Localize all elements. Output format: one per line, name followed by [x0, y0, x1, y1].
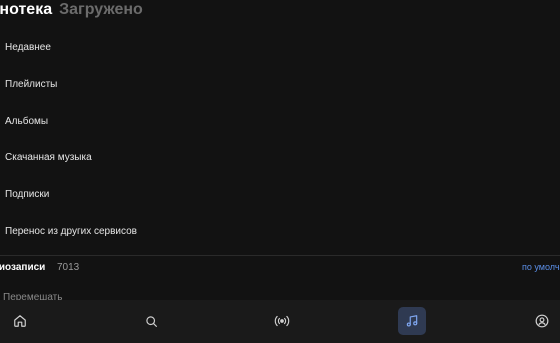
audio-section-header: Аудиозаписи 7013 по умолчанию [0, 262, 560, 278]
menu-item-subscriptions[interactable]: Подписки [0, 177, 560, 214]
library-screen: Фонотека Загружено Недавнее Плейлисты Ал… [0, 0, 560, 343]
tab-downloaded[interactable]: Загружено [59, 1, 143, 19]
bottom-navigation [0, 300, 560, 343]
radio-icon [274, 314, 290, 328]
nav-search-button[interactable] [137, 307, 165, 335]
menu-item-transfer-services[interactable]: Перенос из других сервисов [0, 214, 560, 251]
search-icon [145, 315, 158, 328]
sort-button[interactable]: по умолчанию [522, 262, 560, 272]
menu-item-recent[interactable]: Недавнее [0, 30, 560, 67]
nav-profile-button[interactable] [528, 307, 556, 335]
menu-item-albums[interactable]: Альбомы [0, 104, 560, 141]
nav-music-button[interactable] [398, 307, 426, 335]
section-title: Аудиозаписи [0, 262, 46, 273]
nav-home-button[interactable] [6, 307, 34, 335]
library-tabs: Фонотека Загружено [0, 1, 143, 23]
nav-radio-button[interactable] [268, 307, 296, 335]
menu-item-downloaded-music[interactable]: Скачанная музыка [0, 140, 560, 177]
profile-icon [535, 314, 549, 328]
section-divider [0, 255, 560, 256]
track-count: 7013 [57, 262, 80, 273]
tab-library[interactable]: Фонотека [0, 1, 52, 19]
menu-item-playlists[interactable]: Плейлисты [0, 67, 560, 104]
music-note-icon [405, 314, 419, 328]
home-icon [13, 314, 27, 328]
library-menu: Недавнее Плейлисты Альбомы Скачанная муз… [0, 30, 560, 251]
